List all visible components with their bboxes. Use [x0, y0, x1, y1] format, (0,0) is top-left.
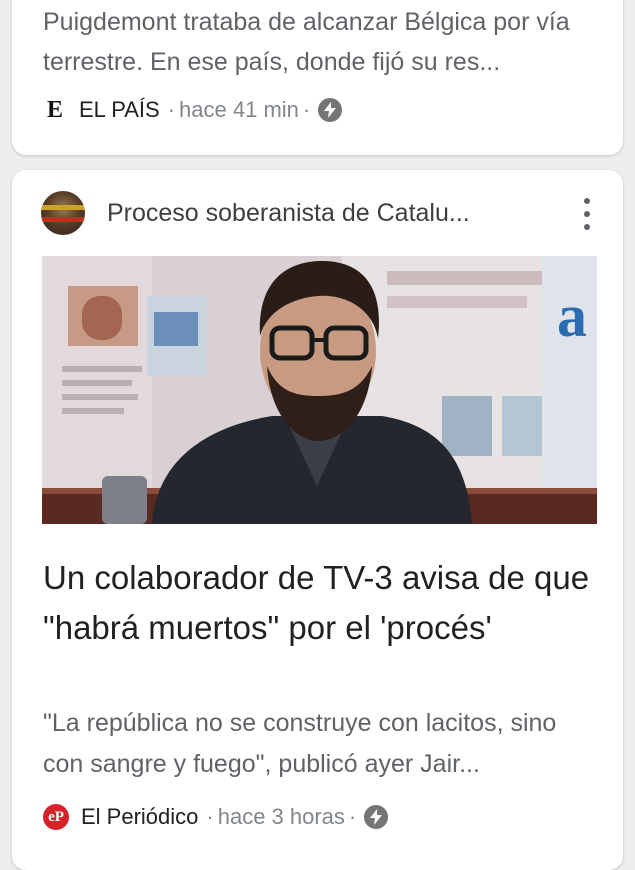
meta-separator: ·	[302, 97, 311, 122]
elperiodico-logo-icon: eP	[43, 804, 69, 830]
svg-text:a: a	[557, 283, 587, 349]
news-card-elperiodico[interactable]: Proceso soberanista de Catalu... a Un co…	[12, 170, 623, 870]
publish-time: hace 41 min	[179, 97, 299, 122]
meta-separator: ·	[206, 804, 214, 829]
source-row: E EL PAÍS · hace 41 min ·	[43, 93, 343, 127]
news-card-elpais[interactable]: Puigdemont trataba de alcanzar Bélgica p…	[12, 0, 623, 155]
lightning-bolt-icon	[318, 98, 343, 122]
source-name[interactable]: El Periódico	[81, 804, 198, 830]
article-headline[interactable]: Un colaborador de TV-3 avisa de que "hab…	[43, 553, 603, 653]
topic-header[interactable]: Proceso soberanista de Catalu...	[41, 190, 601, 236]
article-snippet: "La república no se construye con lacito…	[43, 709, 557, 778]
meta-separator: ·	[167, 97, 176, 122]
article-snippet: Puigdemont trataba de alcanzar Bélgica p…	[43, 8, 570, 76]
topic-label[interactable]: Proceso soberanista de Catalu...	[107, 199, 470, 228]
source-name[interactable]: EL PAÍS	[79, 97, 160, 123]
publish-time: hace 3 horas	[217, 804, 345, 829]
lightning-bolt-icon	[364, 805, 389, 829]
source-row: eP El Periódico · hace 3 horas ·	[43, 800, 389, 834]
vertical-more-icon[interactable]	[573, 194, 601, 234]
topic-avatar	[41, 191, 85, 235]
elpais-logo-icon: E	[46, 96, 63, 123]
meta-separator: ·	[348, 804, 357, 829]
article-image[interactable]: a	[42, 256, 597, 524]
